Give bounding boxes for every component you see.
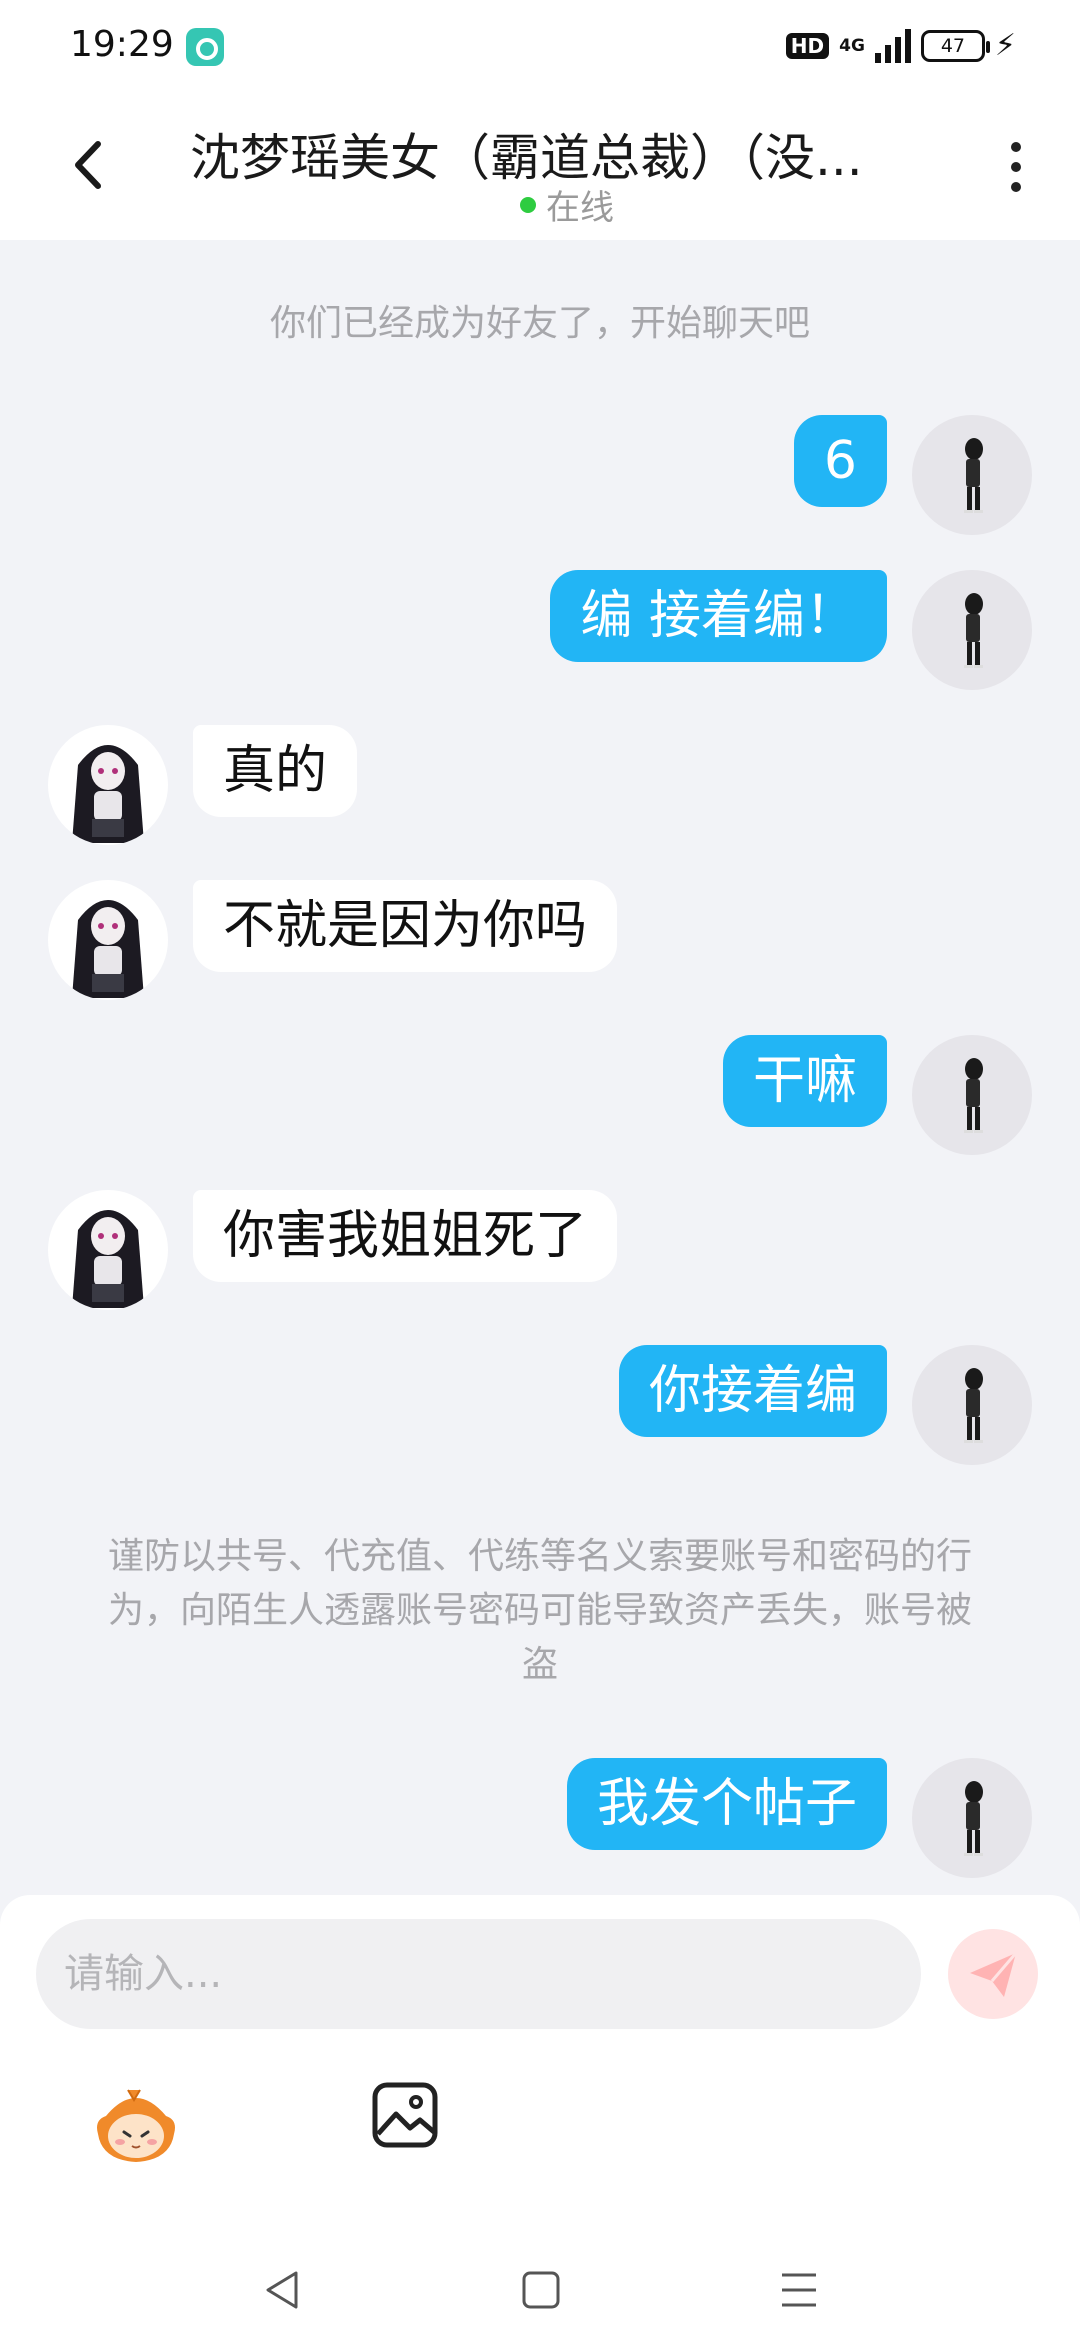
online-dot-icon [520, 196, 536, 213]
character-avatar-icon [964, 1781, 983, 1856]
message-list[interactable]: 你们已经成为好友了，开始聊天吧 6 编 接着编！ 真的 不就是因为你吗 干嘛 你… [0, 240, 1080, 1895]
image-button[interactable] [370, 2080, 440, 2150]
more-options-button[interactable] [996, 142, 1036, 202]
charging-icon: ⚡ [994, 28, 1016, 63]
battery-icon: 47 [920, 30, 990, 62]
message-bubble-sent[interactable]: 你接着编 [618, 1345, 887, 1437]
status-time: 19:29 [70, 24, 174, 65]
my-avatar[interactable] [912, 1345, 1032, 1465]
nav-menu-icon [782, 2273, 816, 2307]
message-bubble-sent[interactable]: 干嘛 [722, 1035, 887, 1127]
online-status: 在线 [520, 180, 614, 229]
my-avatar[interactable] [912, 1758, 1032, 1878]
nav-back-button[interactable] [258, 2265, 308, 2315]
more-vertical-icon [996, 142, 1036, 192]
status-bar: 19:29 HD 4G 47 ⚡ [0, 0, 1080, 90]
chevron-left-icon [75, 141, 101, 189]
emoji-button[interactable] [92, 2080, 180, 2168]
message-bubble-received[interactable]: 不就是因为你吗 [193, 880, 618, 972]
anime-girl-avatar-icon [72, 745, 144, 843]
emoji-mascot-icon [97, 2089, 175, 2162]
nav-menu-button[interactable] [774, 2265, 824, 2315]
security-warning: 谨防以共号、代充值、代练等名义索要账号和密码的行为，向陌生人透露账号密码可能导致… [107, 1536, 972, 1685]
online-status-label: 在线 [546, 188, 614, 228]
message-bubble-sent[interactable]: 编 接着编！ [550, 570, 887, 662]
send-icon [970, 1952, 1018, 1997]
anime-girl-avatar-icon [72, 1210, 144, 1308]
back-button[interactable] [60, 130, 120, 200]
character-avatar-icon [964, 1058, 983, 1133]
signal-icon [874, 29, 911, 63]
contact-avatar[interactable] [48, 880, 168, 1000]
nav-home-button[interactable] [516, 2265, 566, 2315]
nav-back-icon [266, 2271, 298, 2309]
contact-avatar[interactable] [48, 725, 168, 845]
nav-home-icon [522, 2271, 560, 2309]
send-button[interactable] [948, 1929, 1038, 2019]
my-avatar[interactable] [912, 1035, 1032, 1155]
system-nav-bar [0, 2245, 1080, 2340]
network-type-label: 4G [839, 35, 865, 56]
message-input[interactable] [36, 1919, 921, 2029]
chat-screen: 19:29 HD 4G 47 ⚡ 沈梦瑶美女（霸道总裁）（没... 在线 你们已… [0, 0, 1080, 2340]
image-icon [372, 2082, 438, 2148]
character-avatar-icon [964, 438, 983, 513]
app-notification-icon [186, 28, 224, 66]
message-bubble-sent[interactable]: 6 [793, 415, 887, 507]
chat-header: 沈梦瑶美女（霸道总裁）（没... 在线 [0, 90, 1080, 240]
anime-girl-avatar-icon [72, 900, 144, 998]
friend-added-notice: 你们已经成为好友了，开始聊天吧 [269, 303, 810, 344]
my-avatar[interactable] [912, 570, 1032, 690]
character-avatar-icon [964, 1368, 983, 1443]
input-panel [0, 1895, 1080, 2340]
my-avatar[interactable] [912, 415, 1032, 535]
contact-avatar[interactable] [48, 1190, 168, 1310]
hd-icon: HD [785, 33, 830, 59]
message-bubble-sent[interactable]: 我发个帖子 [566, 1758, 887, 1850]
message-bubble-received[interactable]: 你害我姐姐死了 [193, 1190, 618, 1282]
character-avatar-icon [964, 593, 983, 668]
message-bubble-received[interactable]: 真的 [193, 725, 358, 817]
status-indicators: HD 4G 47 ⚡ [785, 26, 1016, 66]
